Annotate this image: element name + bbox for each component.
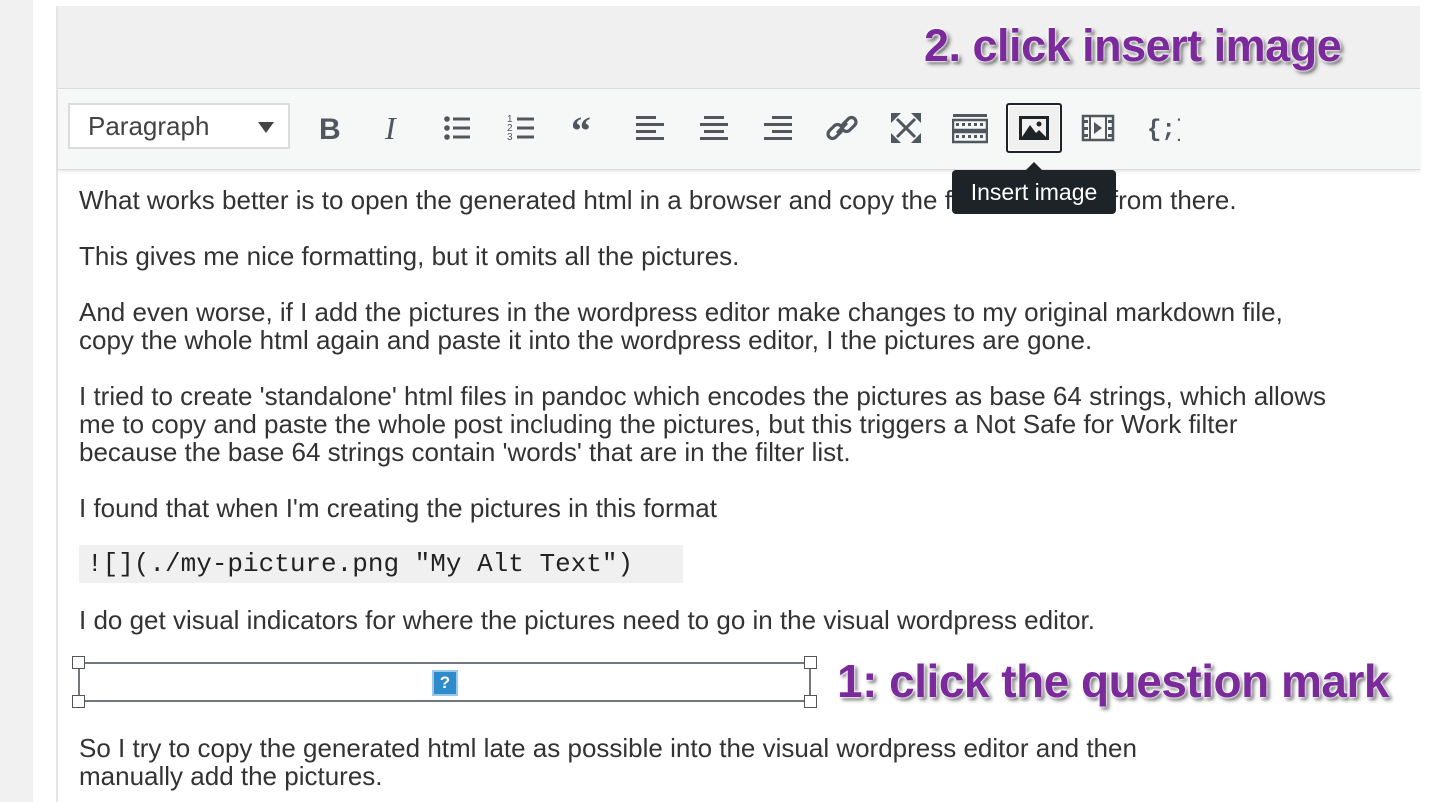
resize-handle-bottom-left[interactable]	[72, 695, 85, 708]
italic-button[interactable]: I	[368, 103, 420, 153]
fullscreen-icon	[891, 113, 921, 143]
resize-handle-bottom-right[interactable]	[804, 695, 817, 708]
align-center-button[interactable]	[688, 103, 740, 153]
image-placeholder[interactable]: ?	[72, 656, 817, 708]
align-center-icon	[700, 116, 728, 140]
italic-icon: I	[384, 110, 397, 146]
align-right-button[interactable]	[752, 103, 804, 153]
svg-text:3: 3	[507, 132, 513, 143]
paragraph: I do get visual indicators for where the…	[79, 605, 1096, 635]
paragraph: This gives me nice formatting, but it om…	[79, 241, 740, 271]
annotation-insert-image: 2. click insert image	[924, 20, 1342, 71]
bold-icon: B	[319, 113, 341, 146]
paragraph: And even worse, if I add the pictures in…	[79, 297, 1283, 355]
bulleted-list-button[interactable]	[432, 103, 484, 153]
shortcode-button[interactable]: {;}	[1136, 103, 1188, 153]
svg-text:{;}: {;}	[1147, 117, 1180, 144]
toolbar-toggle-button[interactable]	[944, 103, 996, 153]
link-button[interactable]	[816, 103, 868, 153]
insert-image-button[interactable]	[1006, 103, 1062, 153]
blockquote-button[interactable]: “	[560, 103, 612, 153]
paragraph: What works better is to open the generat…	[79, 185, 1237, 215]
numbered-list-icon: 1 2 3	[507, 114, 534, 143]
annotation-question-mark: 1: click the question mark	[837, 655, 1389, 707]
svg-text:I: I	[384, 110, 397, 146]
toolbar-toggle-icon	[952, 114, 988, 144]
question-mark-icon[interactable]: ?	[432, 670, 458, 696]
insert-video-icon	[1081, 114, 1115, 142]
bulleted-list-icon	[444, 116, 470, 140]
link-icon	[826, 115, 858, 141]
shortcode-icon: {;}	[1147, 117, 1180, 144]
align-right-icon	[764, 116, 792, 140]
editor-toolbar: Paragraph B I 1 2 3 “ {;	[58, 88, 1420, 170]
align-left-button[interactable]	[624, 103, 676, 153]
insert-image-tooltip: Insert image	[952, 162, 1116, 214]
paragraph: I found that when I'm creating the pictu…	[79, 493, 717, 523]
resize-handle-top-right[interactable]	[804, 656, 817, 669]
insert-video-button[interactable]	[1072, 103, 1124, 153]
bold-button[interactable]: B	[304, 103, 356, 153]
code-block: ![](./my-picture.png "My Alt Text")	[79, 545, 683, 583]
format-select-value: Paragraph	[88, 110, 210, 141]
paragraph: So I try to copy the generated html late…	[79, 733, 1137, 791]
align-left-icon	[636, 116, 664, 140]
format-select[interactable]: Paragraph	[68, 103, 290, 149]
fullscreen-button[interactable]	[880, 103, 932, 153]
svg-text:B: B	[319, 113, 341, 146]
insert-image-icon	[1019, 116, 1049, 140]
chevron-down-icon	[258, 122, 274, 133]
paragraph: I tried to create 'standalone' html file…	[79, 381, 1327, 467]
numbered-list-button[interactable]: 1 2 3	[496, 103, 548, 153]
svg-text:“: “	[571, 110, 591, 146]
left-sidebar	[0, 0, 33, 802]
resize-handle-top-left[interactable]	[72, 656, 85, 669]
blockquote-icon: “	[571, 110, 591, 146]
